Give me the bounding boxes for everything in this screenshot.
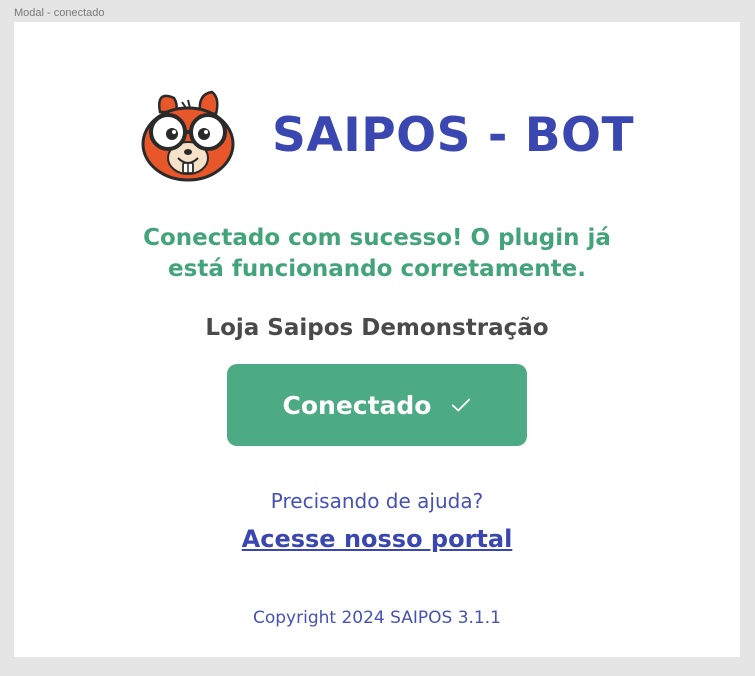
connected-modal: SAIPOS - BOT Conectado com sucesso! O pl… xyxy=(14,22,740,657)
connected-button-label: Conectado xyxy=(282,390,432,420)
squirrel-mascot-icon xyxy=(141,90,235,182)
frame-label: Modal - conectado xyxy=(14,7,105,19)
help-question: Precisando de ajuda? xyxy=(270,489,484,513)
brand-header: SAIPOS - BOT xyxy=(14,88,740,188)
success-message-text: Conectado com sucesso! O plugin já está … xyxy=(143,225,611,282)
brand-title: SAIPOS - BOT xyxy=(272,108,635,163)
success-message: Conectado com sucesso! O plugin já está … xyxy=(14,223,740,285)
copyright-text: Copyright 2024 SAIPOS 3.1.1 xyxy=(253,608,501,628)
check-icon xyxy=(451,398,470,412)
store-name: Loja Saipos Demonstração xyxy=(205,315,549,341)
connected-button[interactable]: Conectado xyxy=(227,364,527,446)
portal-link[interactable]: Acesse nosso portal xyxy=(242,525,513,553)
portal-link-row: Acesse nosso portal xyxy=(14,525,740,553)
